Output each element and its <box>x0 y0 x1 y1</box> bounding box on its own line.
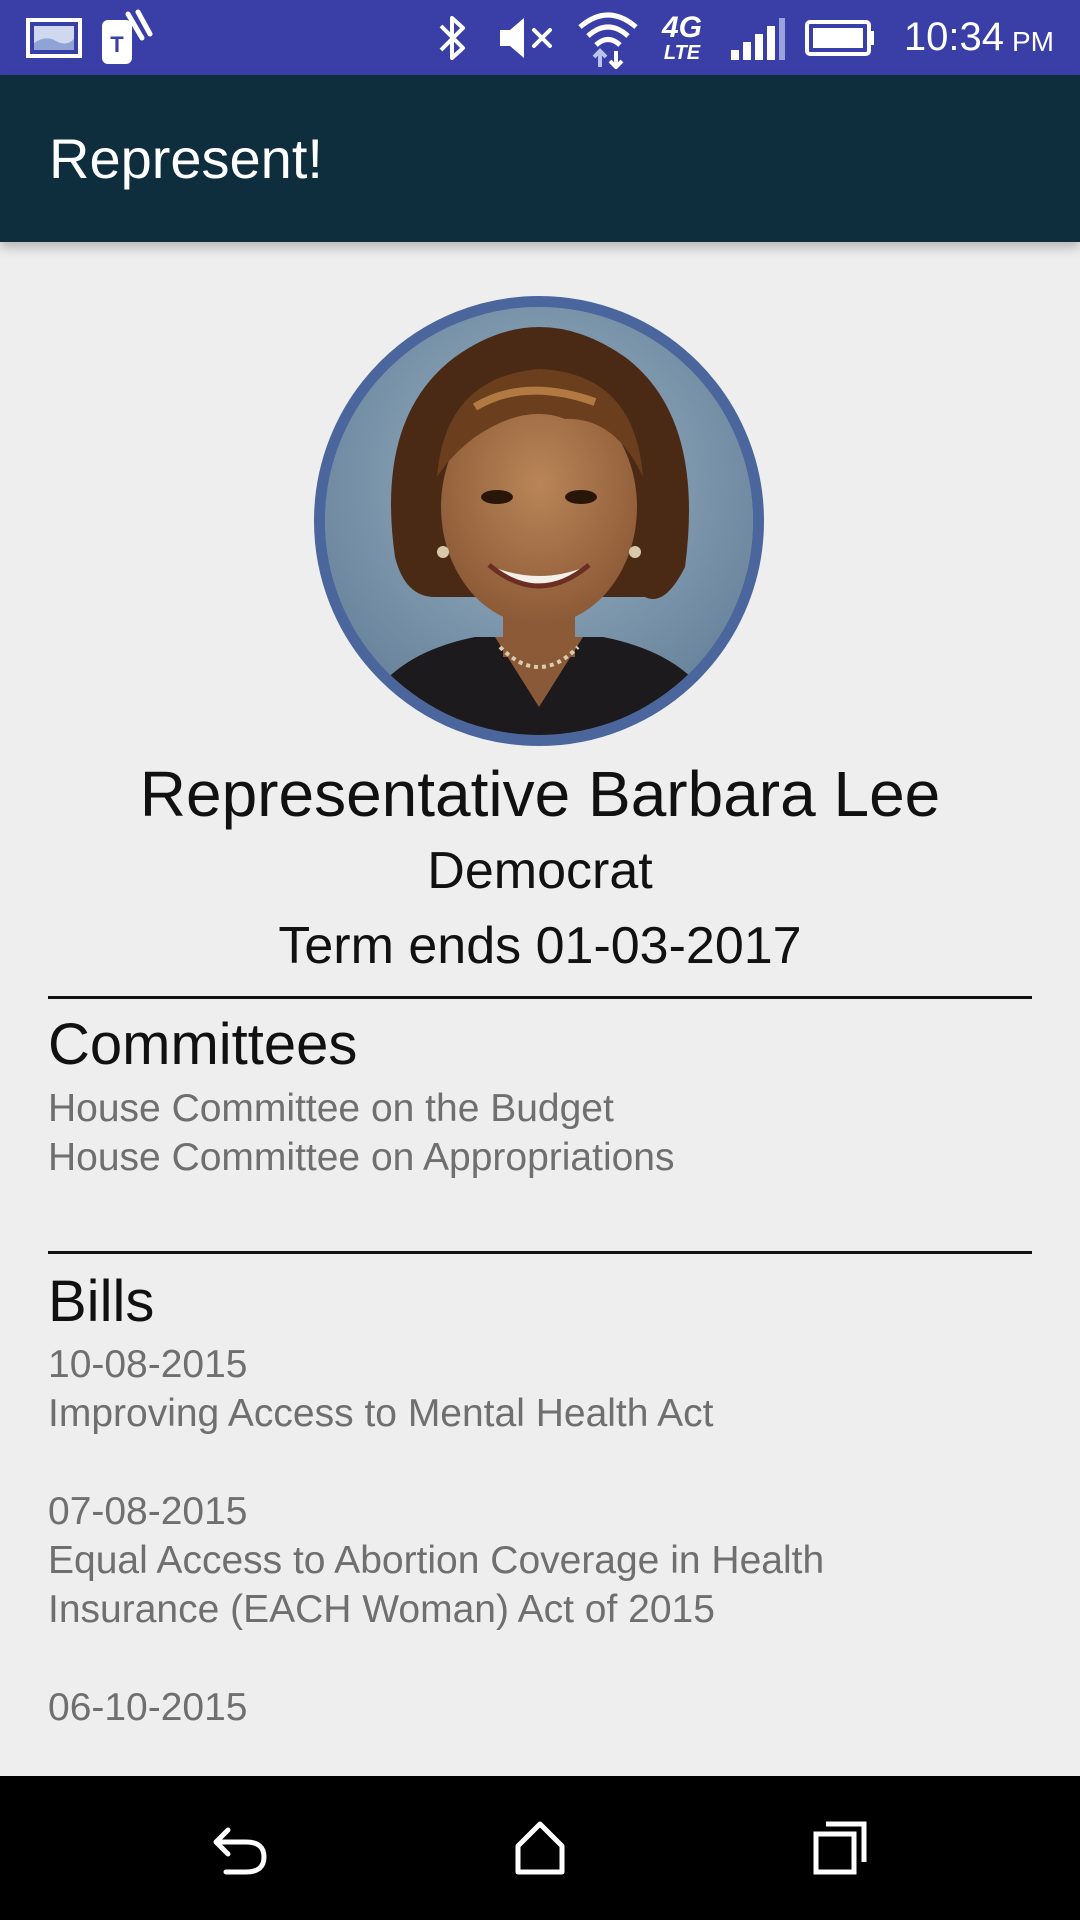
gallery-notification-icon <box>24 0 84 75</box>
bill-name: Equal Access to Abortion Coverage in Hea… <box>48 1539 825 1582</box>
representative-name: Representative Barbara Lee <box>139 758 941 830</box>
back-icon <box>213 1827 267 1875</box>
bill-date: 10-08-2015 <box>48 1343 248 1386</box>
time-label: 10:34 <box>903 15 1004 59</box>
bill-name: Insurance (EACH Woman) Act of 2015 <box>48 1588 715 1631</box>
signal-icon <box>728 0 788 75</box>
bill-date: 07-08-2015 <box>48 1490 248 1533</box>
representative-photo <box>314 296 764 746</box>
bluetooth-icon <box>430 0 476 75</box>
status-bar: T 4G LTE 10:34 PM <box>0 0 1080 75</box>
bill-date: 06-10-2015 <box>48 1686 248 1729</box>
committees-title: Committees <box>48 1012 358 1077</box>
status-time: 10:34 PM <box>904 0 1054 75</box>
network-type-label: 4G <box>661 10 703 44</box>
svg-text:T: T <box>110 32 124 57</box>
ampm-label: PM <box>1012 25 1054 57</box>
home-icon <box>515 1821 565 1875</box>
mute-icon <box>494 0 558 75</box>
app-title: Represent! <box>49 127 323 190</box>
home-button[interactable] <box>480 1776 600 1920</box>
navigation-bar <box>0 1776 1080 1920</box>
representative-party: Democrat <box>427 842 653 900</box>
committee-item: House Committee on the Budget <box>48 1087 614 1130</box>
bill-name: Improving Access to Mental Health Act <box>48 1392 714 1435</box>
back-button[interactable] <box>180 1776 300 1920</box>
bills-divider <box>48 1251 1032 1254</box>
lte-icon: 4G LTE <box>654 0 710 75</box>
committee-item: House Committee on Appropriations <box>48 1136 675 1179</box>
recents-icon <box>813 1821 867 1875</box>
representative-term: Term ends 01-03-2017 <box>278 917 802 975</box>
battery-icon <box>804 0 876 75</box>
recents-button[interactable] <box>780 1776 900 1920</box>
bills-title: Bills <box>48 1269 155 1334</box>
committees-divider <box>48 996 1032 999</box>
lte-label: LTE <box>663 41 701 64</box>
tmobile-notification-icon: T <box>98 0 154 75</box>
wifi-icon <box>574 0 642 75</box>
app-bar: Represent! <box>0 75 1080 242</box>
representative-detail[interactable]: Representative Barbara Lee Democrat Term… <box>0 242 1080 1776</box>
